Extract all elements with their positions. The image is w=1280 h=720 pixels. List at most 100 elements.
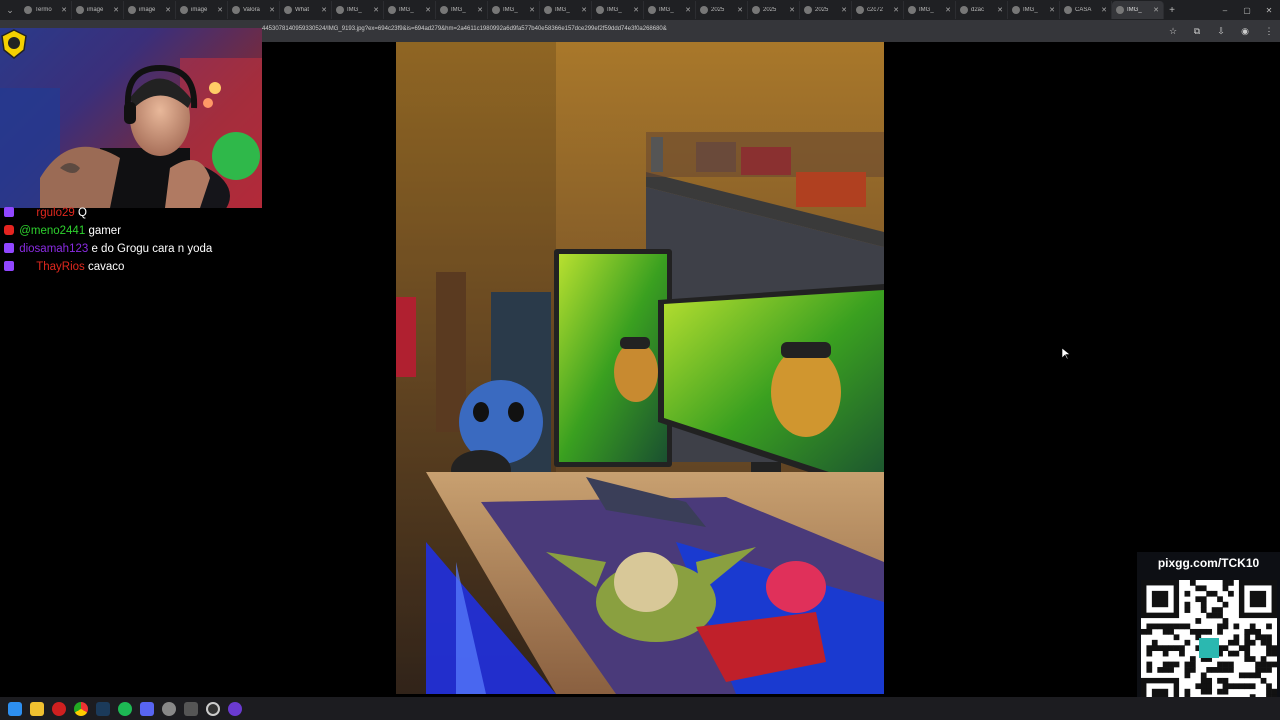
mouse-cursor-icon [1062, 348, 1070, 360]
menu-kebab-icon[interactable]: ⋮ [1262, 24, 1276, 38]
tab-title: IMG_ [451, 7, 466, 13]
discord-icon[interactable] [140, 701, 154, 716]
browser-tab[interactable]: IMG_ ✕ [436, 1, 488, 19]
tab-favicon-icon [596, 6, 604, 14]
tab-close-icon[interactable]: ✕ [113, 6, 119, 14]
browser-tab[interactable]: d2ac ✕ [956, 1, 1008, 19]
tab-close-icon[interactable]: ✕ [633, 6, 639, 14]
chat-message: ThayRios cavaco [4, 260, 259, 274]
qr-code-image [1141, 580, 1278, 717]
tab-close-icon[interactable]: ✕ [373, 6, 379, 14]
browser-tab[interactable]: What ✕ [280, 1, 332, 19]
browser-tab[interactable]: IMG_ ✕ [1008, 1, 1060, 19]
browser-tab[interactable]: Valora ✕ [228, 1, 280, 19]
tab-close-icon[interactable]: ✕ [165, 6, 171, 14]
qr-code [1141, 580, 1278, 717]
maximize-icon[interactable]: ▢ [1236, 0, 1258, 20]
tab-close-icon[interactable]: ✕ [217, 6, 223, 14]
tab-close-icon[interactable]: ✕ [1153, 6, 1159, 14]
app-purple-icon[interactable] [228, 701, 242, 716]
profile-icon[interactable]: ◉ [1238, 24, 1252, 38]
file-explorer-icon[interactable] [30, 701, 44, 716]
tab-close-icon[interactable]: ✕ [997, 6, 1003, 14]
tab-close-icon[interactable]: ✕ [685, 6, 691, 14]
chrome-icon[interactable] [74, 701, 88, 716]
browser-tab[interactable]: IMG_ ✕ [592, 1, 644, 19]
windows-taskbar [0, 697, 1280, 720]
tab-title: IMG_ [399, 7, 414, 13]
browser-tab[interactable]: 2025 ✕ [800, 1, 852, 19]
tab-favicon-icon [908, 6, 916, 14]
tab-close-icon[interactable]: ✕ [893, 6, 899, 14]
tab-title: IMG_ [347, 7, 362, 13]
browser-tab[interactable]: image ✕ [72, 1, 124, 19]
tab-title: IMG_ [607, 7, 622, 13]
tab-favicon-icon [804, 6, 812, 14]
settings-gear-icon[interactable] [162, 701, 176, 716]
tab-close-icon[interactable]: ✕ [1049, 6, 1055, 14]
bookmark-star-icon[interactable]: ☆ [1166, 24, 1180, 38]
tab-close-icon[interactable]: ✕ [477, 6, 483, 14]
donation-link-label: pixgg.com/TCK10 [1157, 556, 1260, 570]
browser-tab[interactable]: IMG_ ✕ [384, 1, 436, 19]
browser-tab[interactable]: c2c72 ✕ [852, 1, 904, 19]
browser-tab[interactable]: 2025 ✕ [748, 1, 800, 19]
steam-icon[interactable] [96, 701, 110, 716]
downloads-icon[interactable]: ⇩ [1214, 24, 1228, 38]
youtube-icon [4, 225, 14, 235]
tab-close-icon[interactable]: ✕ [789, 6, 795, 14]
browser-tab-strip: ⌄ Termo ✕ image ✕ image ✕ image ✕ Valora ✕ What ✕ IM… [0, 0, 1280, 20]
tab-search-icon[interactable]: ⌄ [0, 0, 20, 20]
tab-close-icon[interactable]: ✕ [737, 6, 743, 14]
url-field[interactable]: 4453078140959330524/IMG_9193.jpg?ex=694c… [262, 26, 667, 32]
tab-favicon-icon [284, 6, 292, 14]
minimize-icon[interactable]: – [1214, 0, 1236, 20]
browser-tab[interactable]: IMG_ ✕ [332, 1, 384, 19]
browser-tab[interactable]: IMG_ ✕ [540, 1, 592, 19]
webcam-image [0, 58, 262, 208]
chat-text: gamer [88, 225, 122, 237]
browser-tab[interactable]: IMG_ ✕ [488, 1, 540, 19]
tab-favicon-icon [440, 6, 448, 14]
app-gray-icon[interactable] [184, 701, 198, 716]
browser-tab[interactable]: IMG_ ✕ [1112, 1, 1164, 19]
tab-title: image [191, 7, 208, 13]
window-controls: – ▢ ✕ [1214, 0, 1280, 20]
browser-tab[interactable]: IMG_ ✕ [904, 1, 956, 19]
chat-username: rgulo29 [36, 207, 75, 219]
browser-tab[interactable]: image ✕ [176, 1, 228, 19]
start-windows-icon[interactable] [8, 701, 22, 716]
tab-title: IMG_ [659, 7, 674, 13]
extensions-icon[interactable]: ⧉ [1190, 24, 1204, 38]
browser-tab[interactable]: Termo ✕ [20, 1, 72, 19]
sub-badge-icon [19, 208, 31, 217]
tab-favicon-icon [76, 6, 84, 14]
app-red-icon[interactable] [52, 701, 66, 716]
browser-tab[interactable]: CASA ✕ [1060, 1, 1112, 19]
channel-logo-icon [1, 29, 27, 59]
chat-message: @meno2441 gamer [4, 224, 259, 238]
tab-close-icon[interactable]: ✕ [425, 6, 431, 14]
tab-favicon-icon [752, 6, 760, 14]
tab-close-icon[interactable]: ✕ [1101, 6, 1107, 14]
tab-title: What [295, 7, 310, 13]
tab-close-icon[interactable]: ✕ [269, 6, 275, 14]
tab-close-icon[interactable]: ✕ [61, 6, 67, 14]
tab-favicon-icon [180, 6, 188, 14]
tab-title: IMG_ [1023, 7, 1038, 13]
tab-favicon-icon [700, 6, 708, 14]
tab-close-icon[interactable]: ✕ [581, 6, 587, 14]
tab-favicon-icon [336, 6, 344, 14]
obs-icon[interactable] [206, 701, 220, 716]
new-tab-button[interactable]: + [1164, 5, 1180, 16]
close-window-icon[interactable]: ✕ [1258, 0, 1280, 20]
browser-tab[interactable]: image ✕ [124, 1, 176, 19]
spotify-icon[interactable] [118, 701, 132, 716]
tab-close-icon[interactable]: ✕ [529, 6, 535, 14]
browser-tab[interactable]: IMG_ ✕ [644, 1, 696, 19]
browser-tab[interactable]: 2025 ✕ [696, 1, 748, 19]
tab-close-icon[interactable]: ✕ [841, 6, 847, 14]
tab-favicon-icon [492, 6, 500, 14]
tab-close-icon[interactable]: ✕ [321, 6, 327, 14]
tab-close-icon[interactable]: ✕ [945, 6, 951, 14]
